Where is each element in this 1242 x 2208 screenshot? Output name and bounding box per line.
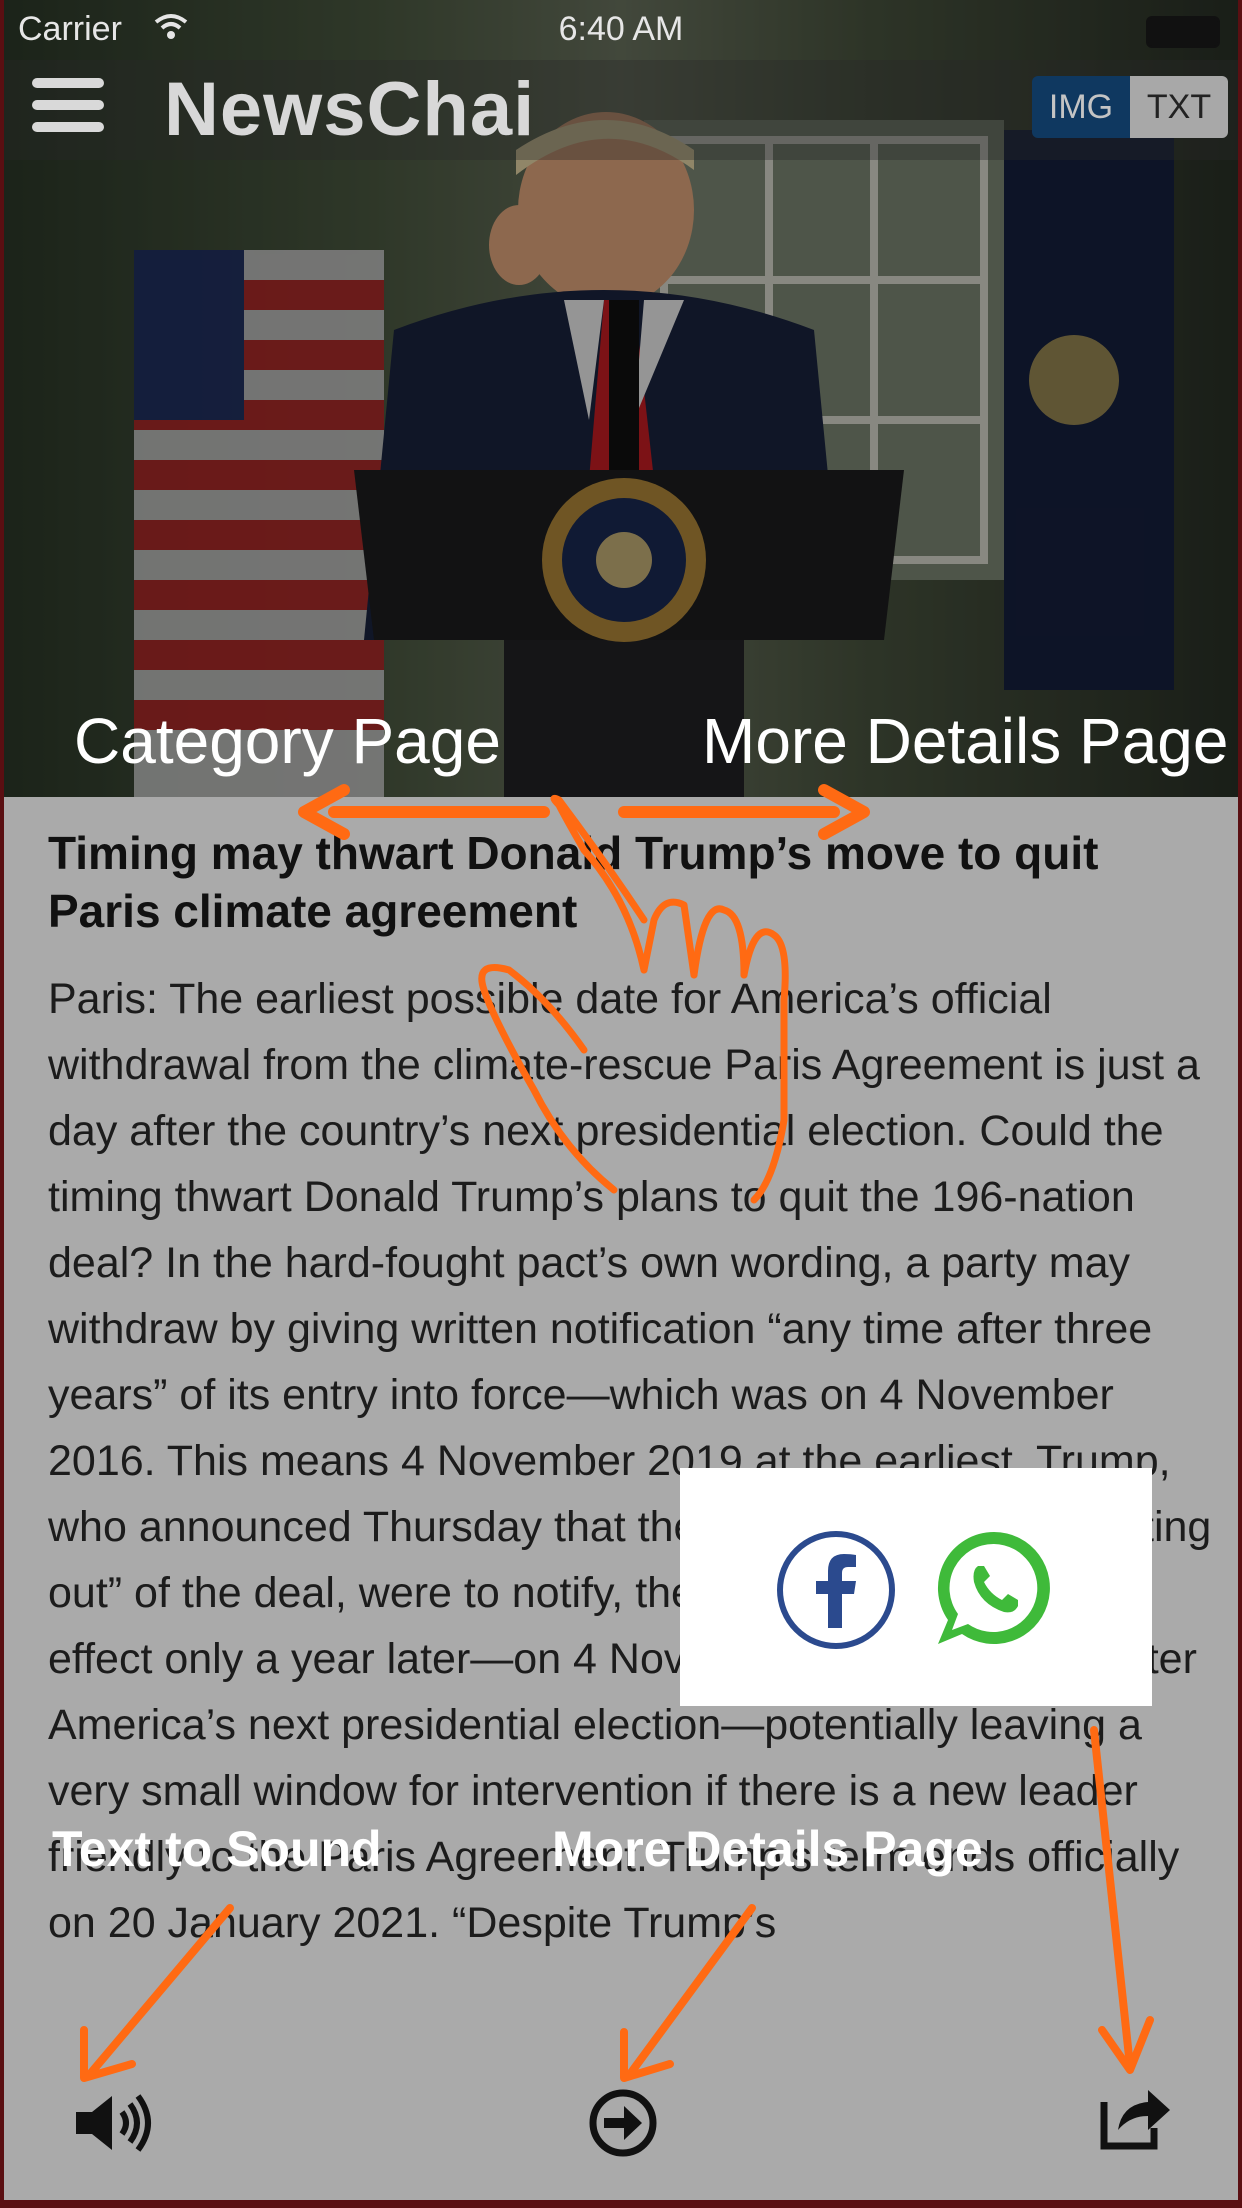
news-screen: Carrier 6:40 AM NewsChai IMG TXT Categor… xyxy=(4,0,1238,2200)
hint-more-details-page-top: More Details Page xyxy=(702,705,1229,777)
speaker-icon[interactable] xyxy=(72,2090,152,2156)
status-bar: Carrier 6:40 AM xyxy=(4,0,1238,60)
article-headline: Timing may thwart Donald Trump’s move to… xyxy=(48,827,1099,937)
app-header: NewsChai IMG TXT xyxy=(4,60,1238,160)
share-popup xyxy=(680,1468,1152,1706)
article-body: Paris: The earliest possible date for Am… xyxy=(48,975,1212,1947)
arrow-right-circle-icon[interactable] xyxy=(588,2088,658,2158)
toggle-txt[interactable]: TXT xyxy=(1130,76,1228,138)
share-icon[interactable] xyxy=(1096,2082,1172,2152)
hint-text-to-sound: Text to Sound xyxy=(52,1821,382,1877)
facebook-icon[interactable] xyxy=(776,1530,896,1650)
hint-more-details-page-bottom: More Details Page xyxy=(552,1821,983,1877)
hint-category-page: Category Page xyxy=(74,705,501,777)
app-logo: NewsChai xyxy=(164,67,536,152)
battery-icon xyxy=(1146,16,1220,48)
whatsapp-icon[interactable] xyxy=(932,1526,1056,1650)
clock-time: 6:40 AM xyxy=(558,10,684,48)
toggle-img[interactable]: IMG xyxy=(1032,76,1130,138)
view-mode-toggle[interactable]: IMG TXT xyxy=(1032,76,1228,138)
menu-icon[interactable] xyxy=(28,74,108,138)
